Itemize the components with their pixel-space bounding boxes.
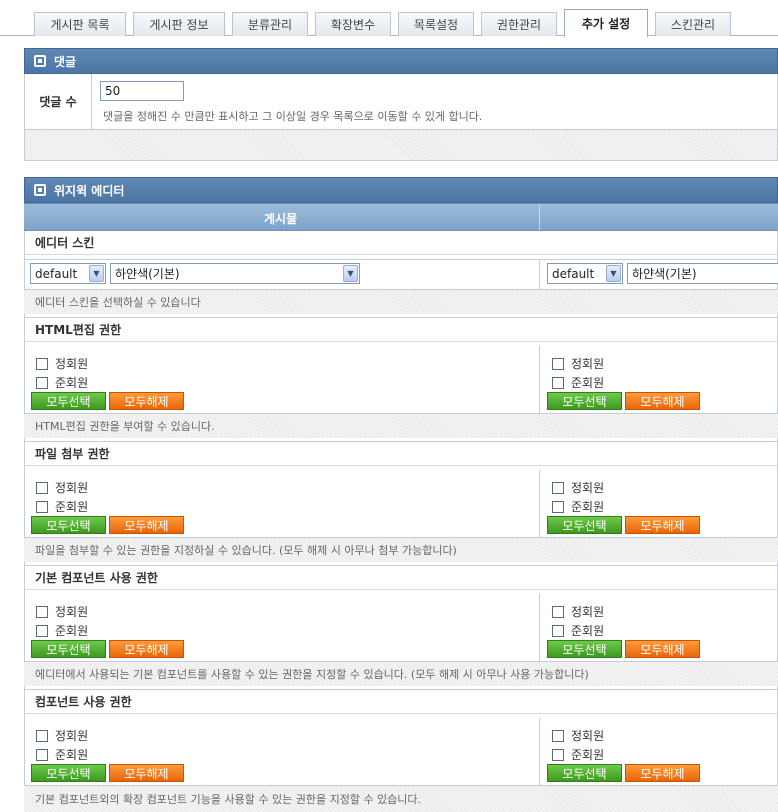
comp-right-deselect-all-button[interactable]: 모두해제 <box>625 764 700 782</box>
chevron-down-icon: ▼ <box>606 265 621 282</box>
component-perm-desc: 기본 컴포넌트외의 확장 컴포넌트 기능을 사용할 수 있는 권한을 지정할 수… <box>35 793 422 806</box>
file-perm-desc: 파일을 첨부할 수 있는 권한을 지정하실 수 있습니다. (모두 해제 시 아… <box>35 544 457 557</box>
comments-section-header: 댓글 <box>24 48 778 74</box>
html-perm-right-regular-checkbox[interactable]: 정회원 <box>552 355 604 372</box>
comp-left-regular-checkbox[interactable]: 정회원 <box>36 727 88 744</box>
basic-comp-right-associate-checkbox[interactable]: 준회원 <box>552 622 604 639</box>
html-perm-right-associate-checkbox[interactable]: 준회원 <box>552 374 604 391</box>
tab-permissions[interactable]: 권한관리 <box>481 12 557 36</box>
basic-comp-right-deselect-all-button[interactable]: 모두해제 <box>625 640 700 658</box>
component-perm-label: 컴포넌트 사용 권한 <box>24 690 778 714</box>
basic-component-perm-label: 기본 컴포넌트 사용 권한 <box>24 566 778 590</box>
comments-count-label: 댓글 수 <box>39 95 77 109</box>
chevron-down-icon: ▼ <box>89 265 104 282</box>
file-perm-left-select-all-button[interactable]: 모두선택 <box>31 516 106 534</box>
tab-board-list[interactable]: 게시판 목록 <box>34 12 126 36</box>
chevron-down-icon: ▼ <box>343 265 358 282</box>
html-perm-desc: HTML편집 권한을 부여할 수 있습니다. <box>35 420 215 433</box>
file-perm-left-associate-checkbox[interactable]: 준회원 <box>36 498 88 515</box>
basic-component-perm-desc: 에디터에서 사용되는 기본 컴포넌트를 사용할 수 있는 권한을 지정할 수 있… <box>35 668 589 681</box>
basic-comp-left-deselect-all-button[interactable]: 모두해제 <box>109 640 184 658</box>
tab-skin[interactable]: 스킨관리 <box>655 12 731 36</box>
file-perm-label: 파일 첨부 권한 <box>24 442 778 466</box>
comments-count-row: 댓글 수 댓글을 정해진 수 만큼만 표시하고 그 이상일 경우 목록으로 이동… <box>24 74 778 130</box>
comp-left-associate-checkbox[interactable]: 준회원 <box>36 746 88 763</box>
file-perm-left-deselect-all-button[interactable]: 모두해제 <box>109 516 184 534</box>
right-editor-color-select[interactable]: 하얀색(기본) <box>627 263 778 284</box>
basic-comp-left-select-all-button[interactable]: 모두선택 <box>31 640 106 658</box>
html-perm-left-regular-checkbox[interactable]: 정회원 <box>36 355 88 372</box>
basic-comp-left-regular-checkbox[interactable]: 정회원 <box>36 603 88 620</box>
editor-section-title: 위지윅 에디터 <box>54 183 125 198</box>
comments-footer <box>24 130 778 161</box>
file-perm-right-regular-checkbox[interactable]: 정회원 <box>552 479 604 496</box>
left-editor-color-select[interactable]: 하얀색(기본) ▼ <box>110 263 360 284</box>
editor-skin-label: 에디터 스킨 <box>24 231 778 255</box>
tab-list-config[interactable]: 목록설정 <box>398 12 474 36</box>
html-perm-left-select-all-button[interactable]: 모두선택 <box>31 392 106 410</box>
file-perm-right-select-all-button[interactable]: 모두선택 <box>547 516 622 534</box>
tab-additional-settings[interactable]: 추가 설정 <box>564 9 648 37</box>
refresh-icon <box>34 55 46 67</box>
basic-comp-right-regular-checkbox[interactable]: 정회원 <box>552 603 604 620</box>
comp-left-select-all-button[interactable]: 모두선택 <box>31 764 106 782</box>
column-post-label: 게시물 <box>264 212 298 226</box>
editor-section-header: 위지윅 에디터 <box>24 177 778 203</box>
file-perm-right-deselect-all-button[interactable]: 모두해제 <box>625 516 700 534</box>
comments-count-desc: 댓글을 정해진 수 만큼만 표시하고 그 이상일 경우 목록으로 이동할 수 있… <box>103 110 483 123</box>
refresh-icon <box>34 184 46 196</box>
comments-section-title: 댓글 <box>54 54 77 69</box>
html-perm-right-select-all-button[interactable]: 모두선택 <box>547 392 622 410</box>
tab-board-info[interactable]: 게시판 정보 <box>133 12 225 36</box>
file-perm-left-regular-checkbox[interactable]: 정회원 <box>36 479 88 496</box>
comments-count-input[interactable] <box>100 81 184 101</box>
comp-right-associate-checkbox[interactable]: 준회원 <box>552 746 604 763</box>
html-perm-left-deselect-all-button[interactable]: 모두해제 <box>109 392 184 410</box>
html-perm-left-associate-checkbox[interactable]: 준회원 <box>36 374 88 391</box>
file-perm-right-associate-checkbox[interactable]: 준회원 <box>552 498 604 515</box>
html-perm-right-deselect-all-button[interactable]: 모두해제 <box>625 392 700 410</box>
comp-right-regular-checkbox[interactable]: 정회원 <box>552 727 604 744</box>
right-editor-skin-select[interactable]: default ▼ <box>547 263 623 284</box>
column-header: 게시물 <box>24 203 778 231</box>
left-editor-skin-select[interactable]: default ▼ <box>30 263 106 284</box>
tab-bar: 게시판 목록 게시판 정보 분류관리 확장변수 목록설정 권한관리 추가 설정 … <box>0 0 778 37</box>
html-perm-label: HTML편집 권한 <box>24 318 778 342</box>
basic-comp-left-associate-checkbox[interactable]: 준회원 <box>36 622 88 639</box>
tab-category[interactable]: 분류관리 <box>232 12 308 36</box>
editor-skin-desc: 에디터 스킨을 선택하실 수 있습니다 <box>35 296 201 309</box>
basic-comp-right-select-all-button[interactable]: 모두선택 <box>547 640 622 658</box>
comp-left-deselect-all-button[interactable]: 모두해제 <box>109 764 184 782</box>
tab-extra-vars[interactable]: 확장변수 <box>315 12 391 36</box>
comp-right-select-all-button[interactable]: 모두선택 <box>547 764 622 782</box>
